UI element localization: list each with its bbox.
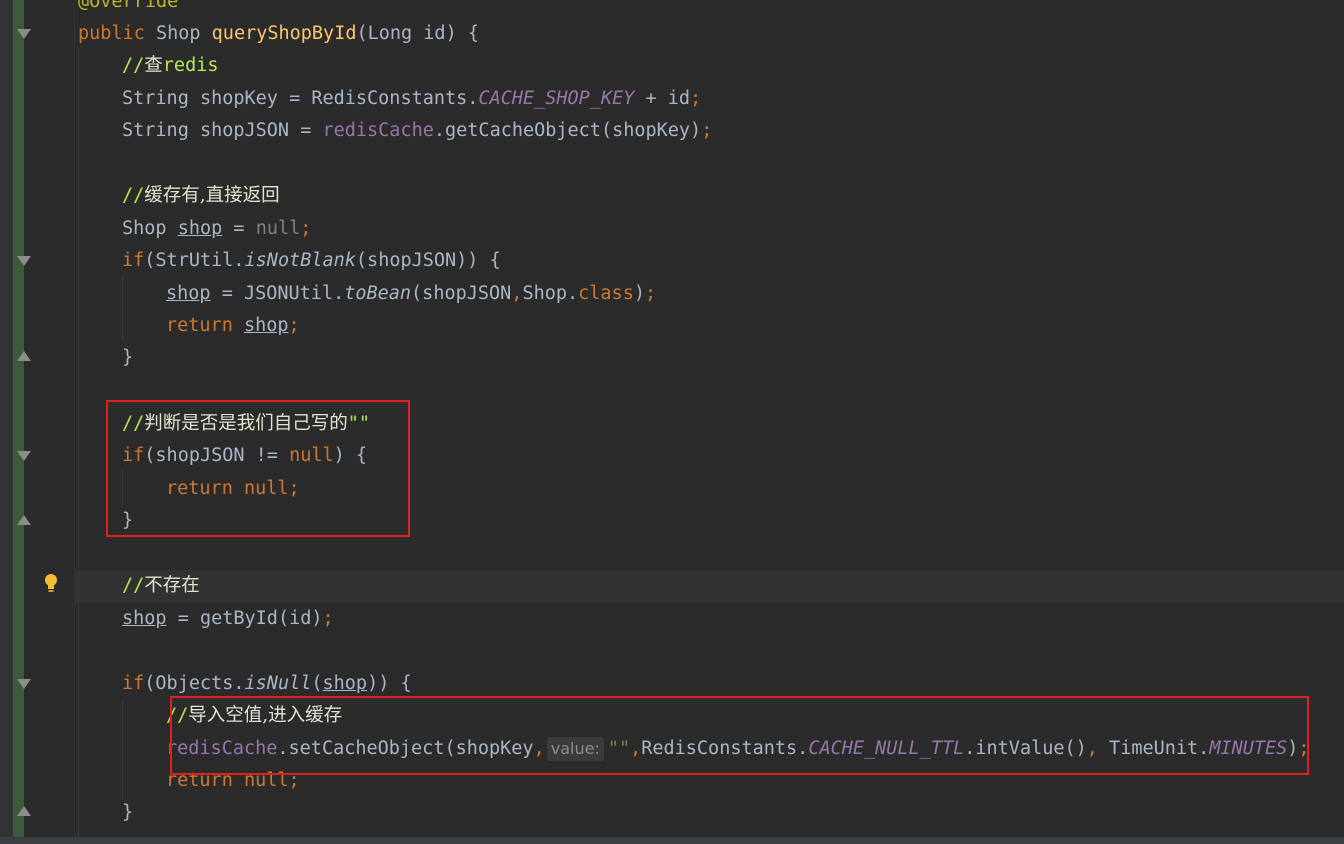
static-method: isNull <box>244 673 312 694</box>
code-text: (shopJSON <box>411 283 512 304</box>
variable: shop <box>322 673 368 694</box>
variable: shop <box>166 283 211 304</box>
comment-prefix: // <box>122 575 145 596</box>
lightbulb-icon[interactable] <box>44 573 58 593</box>
type-name: Shop <box>155 23 201 44</box>
editor-gutter <box>24 0 74 844</box>
editor-bottom-bar <box>0 837 1344 844</box>
code-text: (shopJSON)) { <box>355 250 501 271</box>
annotation-text: @Override <box>78 0 179 12</box>
comma: , <box>511 283 523 304</box>
code-text: )) { <box>367 673 412 694</box>
semicolon: ; <box>644 283 657 304</box>
semicolon: ; <box>701 120 713 141</box>
code-text: = <box>222 218 256 239</box>
variable: shop <box>122 608 167 629</box>
code-line-9[interactable]: shop = JSONUtil.toBean(shopJSON,Shop.cla… <box>166 278 656 310</box>
highlight-box-null-check <box>106 400 410 537</box>
code-line-10[interactable]: return shop; <box>166 310 300 342</box>
code-line-7[interactable]: Shop shop = null; <box>122 213 311 245</box>
code-text: = JSONUtil. <box>210 283 345 304</box>
code-line-annotation[interactable]: @Override <box>78 0 178 18</box>
fold-open-icon[interactable] <box>17 451 31 461</box>
keyword: return <box>166 315 233 336</box>
comment-text: 不存在 <box>144 575 200 596</box>
comment-text: 缓存有,直接返回 <box>144 185 280 206</box>
static-method: toBean <box>344 283 412 304</box>
fold-open-icon[interactable] <box>17 679 31 689</box>
keyword: if <box>122 673 145 694</box>
code-line-2[interactable]: //查redis <box>122 50 219 82</box>
vcs-change-marker[interactable] <box>13 0 24 844</box>
semicolon: ; <box>322 608 334 629</box>
code-text: (Long id) { <box>356 23 479 44</box>
comment-text: 查 <box>144 55 163 76</box>
indent-guide <box>78 48 79 838</box>
code-line-3[interactable]: String shopKey = RedisConstants.CACHE_SH… <box>122 83 701 115</box>
code-line-8[interactable]: if(StrUtil.isNotBlank(shopJSON)) { <box>122 245 501 277</box>
keyword: class <box>578 283 634 304</box>
static-method: isNotBlank <box>244 250 356 271</box>
semicolon: ; <box>300 218 312 239</box>
current-line-highlight <box>75 570 1344 602</box>
fold-open-icon[interactable] <box>17 29 31 39</box>
fold-close-icon[interactable] <box>17 806 31 816</box>
semicolon: ; <box>690 88 702 109</box>
code-line-19[interactable]: shop = getById(id); <box>122 603 334 635</box>
code-text: .getCacheObject(shopKey) <box>433 120 702 141</box>
code-text: ) <box>633 283 645 304</box>
code-line-18[interactable]: //不存在 <box>122 570 200 602</box>
indent-guide <box>122 700 123 800</box>
method-name: queryShopById <box>211 23 357 44</box>
code-line-11[interactable]: } <box>122 342 133 374</box>
keyword: public <box>78 23 145 44</box>
gutter-separator <box>74 0 75 844</box>
variable: shop <box>177 218 223 239</box>
code-text: = getById(id) <box>166 608 323 629</box>
field: redisCache <box>322 120 434 141</box>
code-text: + id <box>634 88 691 109</box>
null-literal: null <box>255 218 301 239</box>
left-strip <box>0 0 13 844</box>
code-line-6[interactable]: //缓存有,直接返回 <box>122 180 280 212</box>
fold-close-icon[interactable] <box>17 515 31 525</box>
comment-text: redis <box>162 55 219 76</box>
highlight-box-cache-null <box>170 696 1309 775</box>
code-text: (StrUtil. <box>144 250 245 271</box>
keyword: if <box>122 250 145 271</box>
fold-close-icon[interactable] <box>17 351 31 361</box>
code-line-4[interactable]: String shopJSON = redisCache.getCacheObj… <box>122 115 712 147</box>
code-text: Shop <box>122 218 178 239</box>
brace: } <box>122 802 134 823</box>
comment-prefix: // <box>122 55 145 76</box>
constant: CACHE_SHOP_KEY <box>478 88 635 109</box>
code-line-1[interactable]: public Shop queryShopById(Long id) { <box>78 18 479 50</box>
comment-prefix: // <box>122 185 145 206</box>
code-text: (Objects. <box>144 673 245 694</box>
variable: shop <box>243 315 289 336</box>
code-text: String shopJSON = <box>122 120 323 141</box>
code-text: ( <box>311 673 323 694</box>
code-text: String shopKey = RedisConstants. <box>122 88 479 109</box>
semicolon: ; <box>288 315 300 336</box>
code-text: Shop. <box>522 283 579 304</box>
indent-guide <box>122 274 123 342</box>
brace: } <box>122 347 134 368</box>
code-line-25[interactable]: } <box>122 797 133 829</box>
fold-open-icon[interactable] <box>17 256 31 266</box>
